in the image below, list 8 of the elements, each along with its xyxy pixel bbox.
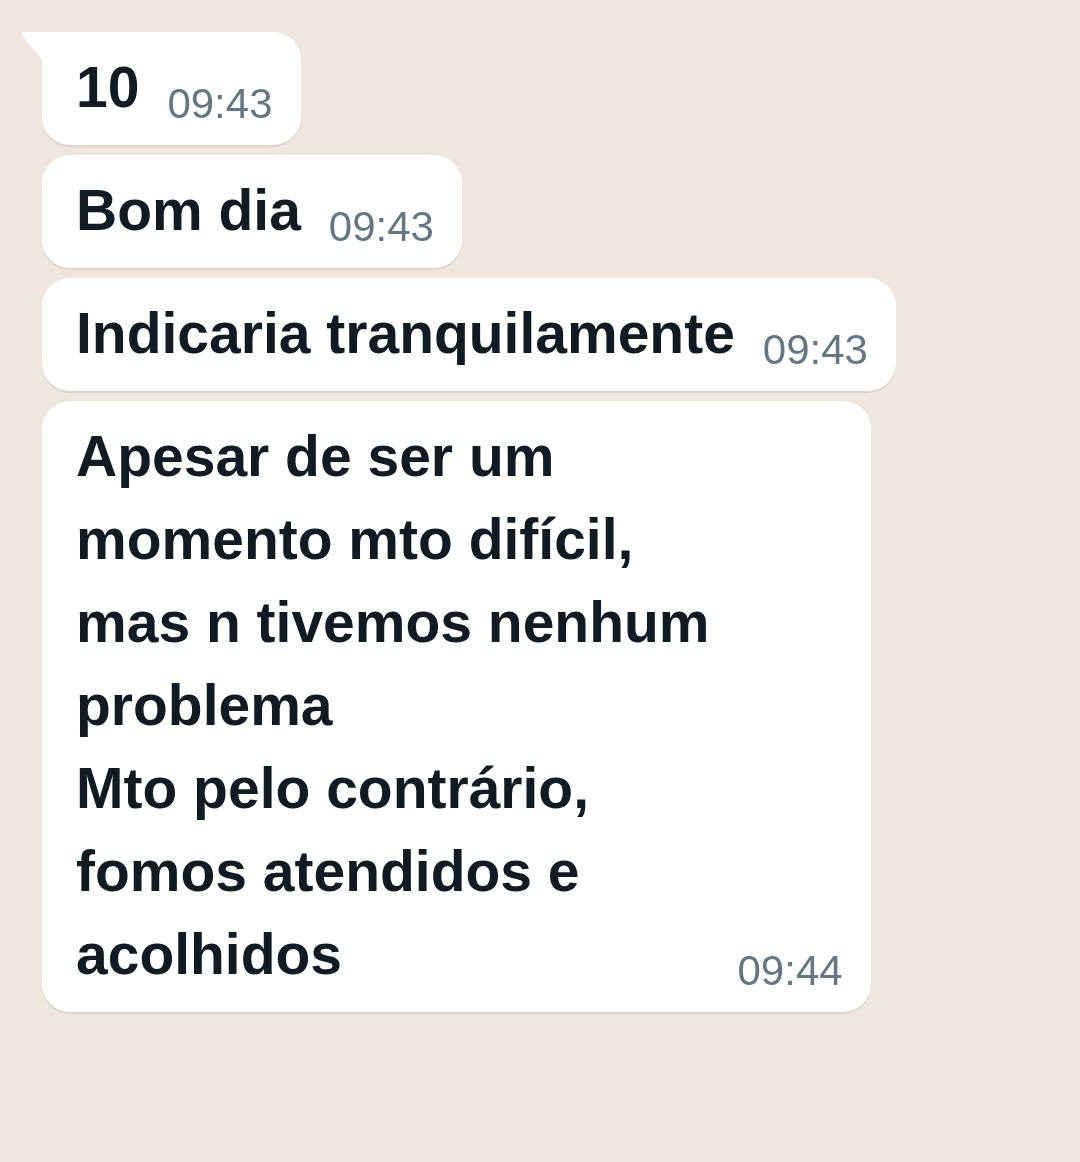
message-time: 09:44 xyxy=(737,946,843,996)
message-text: Bom dia xyxy=(76,178,301,242)
message-time: 09:43 xyxy=(762,325,868,375)
message-text: Indicaria tranquilamente xyxy=(76,301,735,365)
message-text: Apesar de ser um momento mto difícil, mas n tivemos nenhum problema Mto pelo contrário, fomos atendidos e acolhidos xyxy=(76,424,710,986)
message-time: 09:43 xyxy=(328,202,434,252)
message-text: 10 xyxy=(76,55,140,119)
message-time: 09:43 xyxy=(167,79,273,129)
